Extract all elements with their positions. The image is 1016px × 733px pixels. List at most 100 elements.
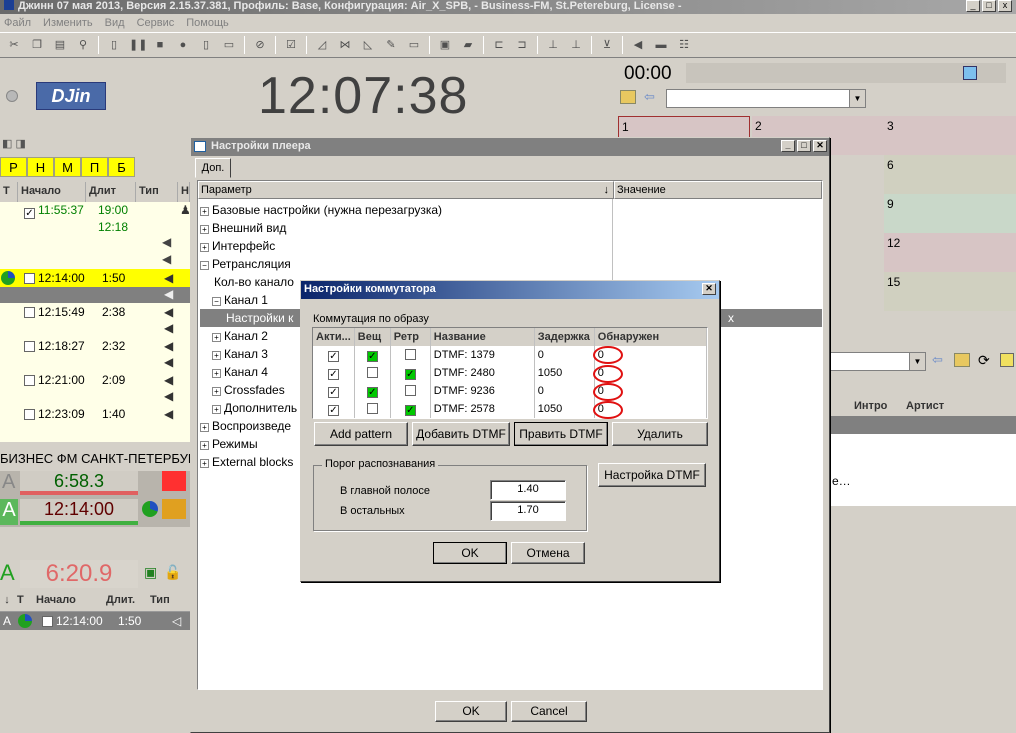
tab-p[interactable]: П [81,157,108,177]
table-row-current[interactable]: 12:14:00 1:50 ◀ [0,269,190,287]
library-row-selected[interactable] [830,416,1016,434]
filter-combo[interactable]: ▼ [830,352,926,371]
tab-n[interactable]: Н [27,157,54,177]
folder-up-icon[interactable] [954,353,970,367]
copy-icon[interactable]: ❐ [29,37,45,53]
collapse-icon[interactable]: − [200,261,209,270]
paste-icon[interactable]: ▤ [52,37,68,53]
minus-icon[interactable]: ▬ [653,37,669,53]
close-button[interactable]: ✕ [702,283,716,295]
table-row[interactable]: 12:15:49 2:38 ◀ ◀ [0,303,190,337]
note-icon[interactable]: ▭ [406,37,422,53]
save-green-icon[interactable]: ▣ [144,564,157,581]
row-checkbox[interactable]: ✓ [24,208,35,219]
fade-icon[interactable]: ◺ [360,37,376,53]
expand-icon[interactable]: + [212,333,221,342]
relay-checkbox[interactable] [404,384,416,396]
queue-col-type[interactable]: Тип [150,594,186,611]
tree-node[interactable]: + Интерфейс [200,237,612,255]
minimize-button[interactable]: _ [781,140,795,152]
maximize-button[interactable]: □ [982,0,996,12]
col-relay[interactable]: Ретр [390,328,431,346]
sort-arrow-icon[interactable]: ↓ [0,594,14,611]
row-checkbox[interactable] [24,341,35,352]
main-band-input[interactable]: 1.40 [490,480,566,500]
expand-icon[interactable]: + [200,243,209,252]
cart-cell[interactable]: 15 [884,272,1016,311]
expand-icon[interactable]: + [200,225,209,234]
save-icon[interactable]: ▣ [437,37,453,53]
broadcast-checkbox[interactable] [366,366,378,378]
align-left-icon[interactable]: ⊥ [545,37,561,53]
col-name[interactable]: Название [430,328,535,346]
pause-icon[interactable]: ❚❚ [129,37,147,53]
queue-col-t[interactable]: Т [14,594,36,611]
row-checkbox[interactable] [24,273,35,284]
copy-doc-icon[interactable]: ▯ [198,37,214,53]
cart-cell[interactable]: 6 [884,155,1016,194]
switch-ok-button[interactable]: OK [433,542,507,564]
tab-r[interactable]: Р [0,157,27,177]
expand-icon[interactable]: + [200,459,209,468]
dtmf-settings-button[interactable]: Настройка DTMF [598,463,706,487]
col-delay[interactable]: Задержка [534,328,595,346]
folder-icon[interactable]: ▰ [460,37,476,53]
close-button[interactable]: x [998,0,1012,12]
lock-icon[interactable]: 🔓 [164,564,181,581]
col-broadcast[interactable]: Вещ [354,328,391,346]
maximize-button[interactable]: □ [797,140,811,152]
broadcast-checkbox[interactable] [366,402,378,414]
col-duration[interactable]: Длит [86,182,136,202]
envelope-icon[interactable]: ⋈ [337,37,353,53]
queue-col-dur[interactable]: Длит. [106,594,150,611]
block-icon[interactable]: ⊘ [252,37,268,53]
check-icon[interactable]: ☑ [283,37,299,53]
col-artist[interactable]: Артист [906,400,944,412]
dtmf-row[interactable]: ✓ ✓ DTMF: 9236 0 0 [313,382,708,400]
col-active[interactable]: Акти... [313,328,355,346]
path-combo[interactable]: ▼ [666,89,866,108]
col-param[interactable]: Параметр ↓ [198,181,614,199]
dtmf-row[interactable]: ✓ ✓ DTMF: 1379 0 0 [313,346,708,364]
tree-node[interactable]: + Внешний вид [200,219,612,237]
cart-cell[interactable]: 3 [884,116,1016,155]
menu-view[interactable]: Вид [105,14,125,32]
active-checkbox[interactable]: ✓ [327,350,339,362]
row-checkbox[interactable] [24,307,35,318]
star-icon[interactable] [1000,353,1014,367]
switch-cancel-button[interactable]: Отмена [511,542,585,564]
col-found[interactable]: Обнаружен [594,328,708,346]
relay-checkbox[interactable] [404,348,416,360]
tree-node[interactable]: + Базовые настройки (нужна перезагрузка) [200,201,612,219]
find-icon[interactable]: ⚲ [75,37,91,53]
cut-icon[interactable]: ✂ [6,37,22,53]
dtmf-row[interactable]: ✓ ✓ DTMF: 2578 1050 0 [313,400,708,418]
tab-m[interactable]: М [54,157,81,177]
table-row[interactable]: 12:23:09 1:40 ◀ [0,405,190,439]
table-row[interactable]: ✓ 11:55:37 19:00 12:18 ♟ [0,202,191,236]
delete-button[interactable]: Удалить [612,422,708,446]
speaker-icon[interactable]: ◀ [630,37,646,53]
row-checkbox[interactable] [24,409,35,420]
add-pattern-button[interactable]: Add pattern [314,422,408,446]
player-cancel-button[interactable]: Cancel [511,701,587,722]
expand-icon[interactable]: + [212,405,221,414]
queue-row[interactable]: A 12:14:00 1:50 ◁ [0,612,190,630]
table-row[interactable]: 12:18:27 2:32 ◀ ◀ [0,337,190,371]
expand-icon[interactable]: + [200,441,209,450]
refresh-icon[interactable]: ⟳ [978,352,990,369]
broadcast-checkbox[interactable]: ✓ [366,350,378,362]
relay-checkbox[interactable]: ✓ [404,404,416,416]
active-checkbox[interactable]: ✓ [327,404,339,416]
table-row[interactable]: 12:21:00 2:09 ◀ ◀ [0,371,190,405]
menu-file[interactable]: Файл [4,14,31,32]
expand-icon[interactable]: + [212,387,221,396]
expand-icon[interactable]: + [200,423,209,432]
chevron-down-icon[interactable]: ▼ [909,353,925,370]
edit-icon[interactable]: ✎ [383,37,399,53]
col-type[interactable]: Тип [136,182,178,202]
tree-node[interactable]: − Ретрансляция [200,255,612,273]
col-n[interactable]: Н [178,182,190,202]
marker-left-icon[interactable]: ⊏ [491,37,507,53]
col-t[interactable]: Т [0,182,18,202]
